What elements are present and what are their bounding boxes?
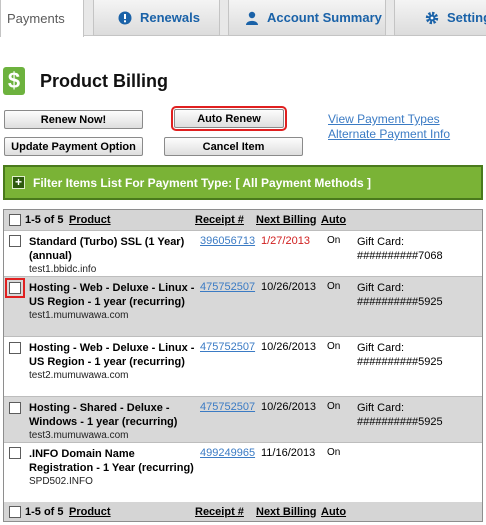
row-checkbox[interactable] [9, 342, 21, 354]
update-payment-option-button[interactable]: Update Payment Option [4, 137, 143, 156]
product-domain: test1.mumuwawa.com [29, 310, 129, 321]
tab-renewals[interactable]: Renewals [93, 0, 220, 36]
product-name: Hosting - Web - Deluxe - Linux - US Regi… [29, 342, 195, 368]
payment-links: View Payment Types Alternate Payment Inf… [328, 112, 450, 142]
column-product[interactable]: Product [69, 214, 111, 226]
product-domain: test1.bbidc.info [29, 264, 97, 275]
payment-label: Gift Card: [357, 282, 405, 294]
next-billing-date: 10/26/2013 [261, 341, 317, 353]
payment-method: Gift Card: ##########5925 [357, 281, 443, 309]
row-checkbox[interactable] [9, 447, 21, 459]
auto-renew-status: On [327, 281, 341, 292]
column-receipt-footer[interactable]: Receipt # [195, 506, 244, 518]
column-receipt[interactable]: Receipt # [195, 214, 244, 226]
next-billing-date: 11/16/2013 [261, 447, 316, 459]
column-next-billing[interactable]: Next Billing [256, 214, 317, 226]
payment-method: Gift Card: ##########5925 [357, 401, 443, 429]
product-name: .INFO Domain Name Registration - 1 Year … [29, 448, 194, 474]
tab-account-summary[interactable]: Account Summary [228, 0, 386, 36]
tab-payments-label: Payments [7, 11, 65, 26]
column-auto-footer[interactable]: Auto [321, 506, 346, 518]
expand-plus-icon[interactable]: + [12, 176, 25, 189]
row-checkbox[interactable] [5, 278, 25, 298]
tab-renewals-label: Renewals [140, 10, 200, 25]
payment-value: ##########7068 [357, 250, 443, 262]
select-all-checkbox[interactable] [9, 214, 21, 226]
table-row: .INFO Domain Name Registration - 1 Year … [4, 442, 482, 502]
product-cell: Standard (Turbo) SSL (1 Year) (annual) t… [29, 235, 197, 277]
alert-icon [118, 11, 132, 25]
receipt-link[interactable]: 475752507 [200, 341, 255, 353]
person-icon [245, 11, 259, 25]
gear-icon [425, 11, 439, 25]
alternate-payment-info-link[interactable]: Alternate Payment Info [328, 127, 450, 142]
column-auto[interactable]: Auto [321, 214, 346, 226]
table-row: Hosting - Web - Deluxe - Linux - US Regi… [4, 276, 482, 336]
receipt-link[interactable]: 475752507 [200, 401, 255, 413]
select-all-checkbox-footer[interactable] [9, 506, 21, 518]
payment-value: ##########5925 [357, 356, 443, 368]
payment-label: Gift Card: [357, 342, 405, 354]
page-header: $ Product Billing [0, 64, 486, 98]
product-domain: test3.mumuwawa.com [29, 430, 129, 441]
auto-renew-button[interactable]: Auto Renew [171, 106, 287, 131]
product-cell: Hosting - Web - Deluxe - Linux - US Regi… [29, 281, 197, 323]
view-payment-types-link[interactable]: View Payment Types [328, 112, 450, 127]
table-row: Hosting - Shared - Deluxe - Windows - 1 … [4, 396, 482, 442]
filter-bar[interactable]: + Filter Items List For Payment Type: [ … [3, 165, 483, 200]
dollar-icon: $ [3, 67, 25, 95]
tab-account-summary-label: Account Summary [267, 10, 382, 25]
product-cell: Hosting - Web - Deluxe - Linux - US Regi… [29, 341, 197, 383]
payment-label: Gift Card: [357, 402, 405, 414]
receipt-link[interactable]: 499249965 [200, 447, 255, 459]
payment-value: ##########5925 [357, 296, 443, 308]
row-checkbox[interactable] [9, 235, 21, 247]
tab-bar: Payments Renewals Account Summary Settin… [0, 0, 486, 37]
payment-label: Gift Card: [357, 236, 405, 248]
auto-renew-status: On [327, 341, 341, 352]
receipt-link[interactable]: 396056713 [200, 235, 255, 247]
product-name: Standard (Turbo) SSL (1 Year) (annual) [29, 236, 185, 262]
product-cell: Hosting - Shared - Deluxe - Windows - 1 … [29, 401, 197, 443]
table-row: Standard (Turbo) SSL (1 Year) (annual) t… [4, 230, 482, 276]
table-row: Hosting - Web - Deluxe - Linux - US Regi… [4, 336, 482, 396]
auto-renew-status: On [327, 447, 341, 458]
page-title: Product Billing [40, 71, 168, 91]
tab-settings[interactable]: Setting [394, 0, 486, 36]
table-header: 1-5 of 5 Product Receipt # Next Billing … [4, 210, 482, 230]
renew-now-button[interactable]: Renew Now! [4, 110, 143, 129]
row-checkbox[interactable] [9, 402, 21, 414]
column-product-footer[interactable]: Product [69, 506, 111, 518]
tab-payments[interactable]: Payments [0, 0, 84, 37]
product-name: Hosting - Web - Deluxe - Linux - US Regi… [29, 282, 195, 308]
auto-renew-status: On [327, 235, 341, 246]
product-domain: test2.mumuwawa.com [29, 370, 129, 381]
table-footer: 1-5 of 5 Product Receipt # Next Billing … [4, 502, 482, 521]
product-cell: .INFO Domain Name Registration - 1 Year … [29, 447, 197, 489]
product-name: Hosting - Shared - Deluxe - Windows - 1 … [29, 402, 178, 428]
range-label-footer: 1-5 of 5 [25, 506, 64, 518]
product-table: 1-5 of 5 Product Receipt # Next Billing … [3, 209, 483, 522]
next-billing-date: 10/26/2013 [261, 401, 317, 413]
receipt-link[interactable]: 475752507 [200, 281, 255, 293]
range-label: 1-5 of 5 [25, 214, 64, 226]
next-billing-date: 10/26/2013 [261, 281, 317, 293]
payment-method: Gift Card: ##########7068 [357, 235, 443, 263]
next-billing-date: 1/27/2013 [261, 235, 310, 247]
filter-label: Filter Items List For Payment Type: [ Al… [33, 175, 372, 190]
product-domain: SPD502.INFO [29, 476, 93, 487]
tab-settings-label: Setting [447, 10, 486, 25]
payment-method: Gift Card: ##########5925 [357, 341, 443, 369]
column-next-billing-footer[interactable]: Next Billing [256, 506, 317, 518]
auto-renew-status: On [327, 401, 341, 412]
cancel-item-button[interactable]: Cancel Item [164, 137, 303, 156]
payment-value: ##########5925 [357, 416, 443, 428]
